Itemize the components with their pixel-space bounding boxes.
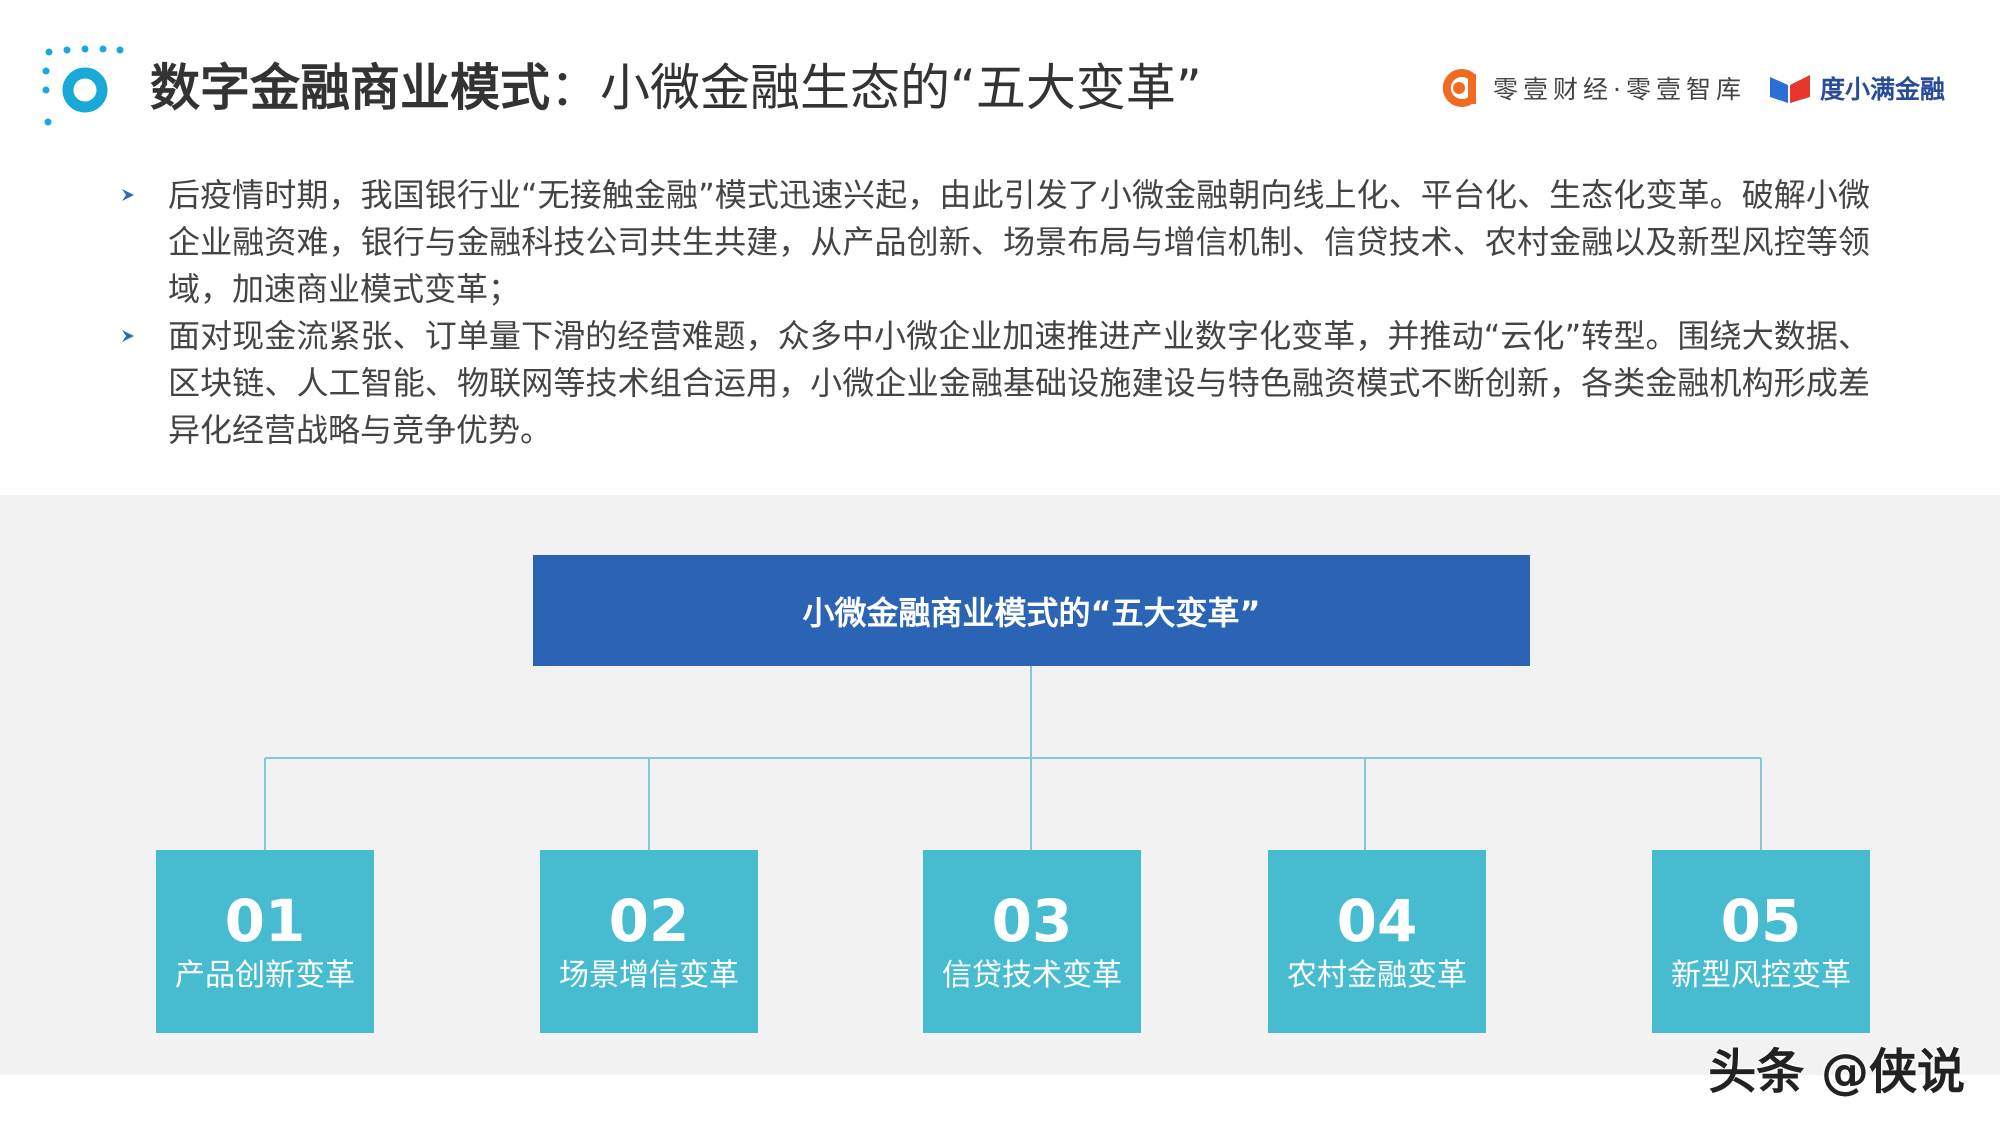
- diagram-item-05: 05 新型风控变革: [1652, 850, 1870, 1033]
- diagram-center-label: 小微金融商业模式的“五大变革”: [802, 593, 1261, 632]
- item-number: 03: [991, 887, 1073, 955]
- diagram-center-box: 小微金融商业模式的“五大变革”: [533, 555, 1530, 666]
- diagram-item-02: 02 场景增信变革: [540, 850, 758, 1033]
- item-label: 信贷技术变革: [942, 958, 1122, 993]
- diagram-item-04: 04 农村金融变革: [1268, 850, 1486, 1033]
- item-label: 新型风控变革: [1671, 958, 1851, 993]
- watermark: 头条 @侠说: [1708, 1044, 1965, 1100]
- item-label: 农村金融变革: [1287, 958, 1467, 993]
- item-label: 场景增信变革: [559, 958, 739, 993]
- diagram-item-03: 03 信贷技术变革: [923, 850, 1141, 1033]
- item-number: 02: [608, 887, 690, 955]
- item-number: 04: [1336, 887, 1418, 955]
- item-label: 产品创新变革: [175, 958, 355, 993]
- diagram-item-01: 01 产品创新变革: [156, 850, 374, 1033]
- item-number: 05: [1720, 887, 1802, 955]
- item-number: 01: [224, 887, 306, 955]
